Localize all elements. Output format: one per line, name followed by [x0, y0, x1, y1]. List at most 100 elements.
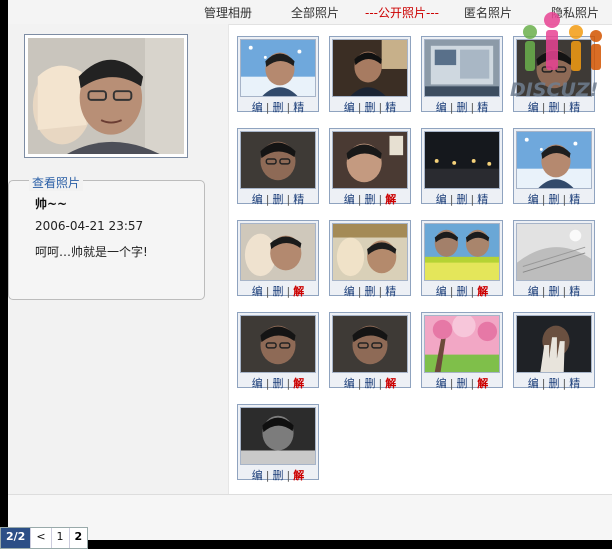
- action-separator: |: [265, 101, 270, 114]
- main-photo[interactable]: [24, 34, 188, 158]
- delete-photo-link[interactable]: 删: [365, 377, 376, 390]
- page-link-1[interactable]: 1: [52, 528, 70, 548]
- photo-thumbnail[interactable]: [516, 315, 592, 373]
- delete-photo-link[interactable]: 删: [365, 101, 376, 114]
- feature-photo-link[interactable]: 精: [293, 101, 304, 114]
- photo-thumbnail[interactable]: [332, 223, 408, 281]
- photo-thumbnail[interactable]: [332, 39, 408, 97]
- photo-thumbnail[interactable]: [332, 315, 408, 373]
- photo-thumbnail[interactable]: [516, 131, 592, 189]
- delete-photo-link[interactable]: 删: [457, 101, 468, 114]
- unfeature-photo-link[interactable]: 解: [293, 285, 304, 298]
- unfeature-photo-link[interactable]: 解: [293, 377, 304, 390]
- action-separator: |: [562, 377, 567, 390]
- view-photo-legend[interactable]: 查看照片: [29, 174, 84, 191]
- action-separator: |: [286, 469, 291, 482]
- tab-manage-album[interactable]: 管理相册: [204, 4, 252, 21]
- photo-thumbnail-cell: 编 | 删 | 解: [237, 312, 319, 391]
- photo-thumbnail[interactable]: [240, 131, 316, 189]
- photo-thumbnail[interactable]: [424, 39, 500, 97]
- edit-photo-link[interactable]: 编: [436, 377, 447, 390]
- photo-thumbnail-cell: 编 | 删 | 解: [237, 220, 319, 298]
- feature-photo-link[interactable]: 精: [477, 101, 488, 114]
- edit-photo-link[interactable]: 编: [344, 101, 355, 114]
- photo-thumbnail-cell: 编 | 删 | 精: [421, 128, 503, 206]
- feature-photo-link[interactable]: 精: [293, 193, 304, 206]
- action-separator: |: [265, 377, 270, 390]
- photo-thumbnail[interactable]: [424, 315, 500, 373]
- edit-photo-link[interactable]: 编: [528, 377, 539, 390]
- delete-photo-link[interactable]: 删: [549, 285, 560, 298]
- delete-photo-link[interactable]: 删: [273, 469, 284, 482]
- photo-thumbnail[interactable]: [332, 131, 408, 189]
- delete-photo-link[interactable]: 删: [457, 377, 468, 390]
- page-prev-button[interactable]: <: [31, 528, 52, 548]
- feature-photo-link[interactable]: 精: [569, 377, 580, 390]
- action-separator: |: [449, 377, 454, 390]
- delete-photo-link[interactable]: 删: [273, 377, 284, 390]
- delete-photo-link[interactable]: 删: [365, 193, 376, 206]
- edit-photo-link[interactable]: 编: [344, 193, 355, 206]
- action-separator: |: [562, 285, 567, 298]
- edit-photo-link[interactable]: 编: [252, 101, 263, 114]
- edit-photo-link[interactable]: 编: [344, 377, 355, 390]
- photo-thumbnail[interactable]: [240, 39, 316, 97]
- tab-all-photos[interactable]: 全部照片: [291, 4, 339, 21]
- action-separator: |: [286, 285, 291, 298]
- delete-photo-link[interactable]: 删: [549, 193, 560, 206]
- delete-photo-link[interactable]: 删: [457, 193, 468, 206]
- delete-photo-link[interactable]: 删: [549, 101, 560, 114]
- edit-photo-link[interactable]: 编: [436, 101, 447, 114]
- unfeature-photo-link[interactable]: 解: [385, 193, 396, 206]
- edit-photo-link[interactable]: 编: [252, 193, 263, 206]
- delete-photo-link[interactable]: 删: [273, 285, 284, 298]
- bottom-bar: [8, 494, 612, 540]
- thumbnail-actions: 编 | 删 | 解: [330, 191, 410, 207]
- thumbnail-actions: 编 | 删 | 精: [330, 283, 410, 299]
- photo-thumbnail[interactable]: [240, 407, 316, 465]
- thumbnail-actions: 编 | 删 | 解: [238, 375, 318, 391]
- edit-photo-link[interactable]: 编: [252, 285, 263, 298]
- photo-info-box: 查看照片 帅~~ 2006-04-21 23:57 呵呵…帅就是一个字!: [8, 174, 205, 300]
- edit-photo-link[interactable]: 编: [436, 285, 447, 298]
- delete-photo-link[interactable]: 删: [273, 101, 284, 114]
- edit-photo-link[interactable]: 编: [252, 469, 263, 482]
- action-separator: |: [265, 193, 270, 206]
- action-separator: |: [449, 193, 454, 206]
- photo-thumbnail[interactable]: [516, 223, 592, 281]
- page-total: 2/2: [1, 528, 32, 548]
- thumbnail-actions: 编 | 删 | 解: [422, 375, 502, 391]
- tab-public-photos[interactable]: ---公开照片---: [365, 4, 439, 21]
- edit-photo-link[interactable]: 编: [344, 285, 355, 298]
- feature-photo-link[interactable]: 精: [569, 193, 580, 206]
- thumbnail-actions: 编 | 删 | 解: [422, 283, 502, 299]
- feature-photo-link[interactable]: 精: [385, 101, 396, 114]
- unfeature-photo-link[interactable]: 解: [293, 469, 304, 482]
- photo-thumbnail-cell: 编 | 删 | 解: [329, 128, 411, 207]
- delete-photo-link[interactable]: 删: [457, 285, 468, 298]
- edit-photo-link[interactable]: 编: [528, 101, 539, 114]
- action-separator: |: [562, 101, 567, 114]
- feature-photo-link[interactable]: 精: [477, 193, 488, 206]
- delete-photo-link[interactable]: 删: [365, 285, 376, 298]
- photo-thumbnail-cell: 编 | 删 | 精: [513, 128, 595, 206]
- feature-photo-link[interactable]: 精: [569, 285, 580, 298]
- edit-photo-link[interactable]: 编: [252, 377, 263, 390]
- unfeature-photo-link[interactable]: 解: [477, 285, 488, 298]
- photo-thumbnail[interactable]: [424, 223, 500, 281]
- edit-photo-link[interactable]: 编: [528, 285, 539, 298]
- feature-photo-link[interactable]: 精: [385, 285, 396, 298]
- action-separator: |: [378, 101, 383, 114]
- action-separator: |: [541, 193, 546, 206]
- edit-photo-link[interactable]: 编: [528, 193, 539, 206]
- delete-photo-link[interactable]: 删: [549, 377, 560, 390]
- photo-thumbnail[interactable]: [240, 223, 316, 281]
- unfeature-photo-link[interactable]: 解: [477, 377, 488, 390]
- unfeature-photo-link[interactable]: 解: [385, 377, 396, 390]
- delete-photo-link[interactable]: 删: [273, 193, 284, 206]
- discuz-logo: DISCUZ!: [510, 12, 602, 101]
- edit-photo-link[interactable]: 编: [436, 193, 447, 206]
- photo-thumbnail[interactable]: [424, 131, 500, 189]
- photo-thumbnail[interactable]: [240, 315, 316, 373]
- feature-photo-link[interactable]: 精: [569, 101, 580, 114]
